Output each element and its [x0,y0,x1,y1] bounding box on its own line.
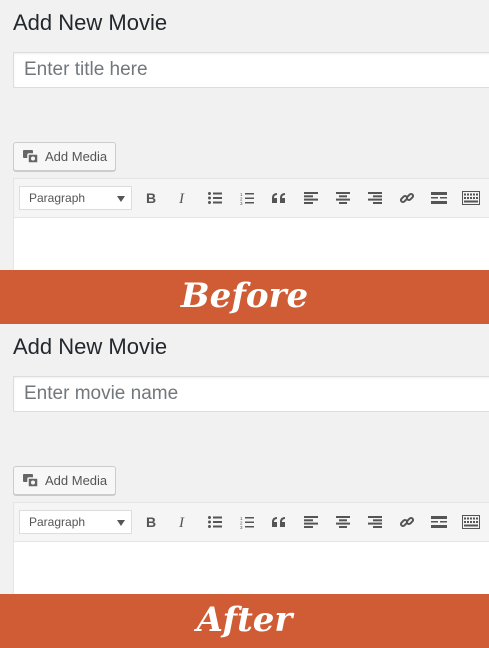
title-input[interactable] [13,52,489,88]
toolbar-toggle-icon[interactable] [460,511,482,533]
svg-text:B: B [146,515,156,529]
title-input[interactable] [13,376,489,412]
editor-toolbar: Paragraph B I 123 [14,503,489,542]
add-media-button[interactable]: Add Media [13,142,116,171]
page-title: Add New Movie [13,334,168,359]
align-left-icon[interactable] [300,187,322,209]
format-select[interactable]: Paragraph [19,510,132,534]
add-media-label: Add Media [45,473,108,488]
page-title: Add New Movie [13,10,168,35]
read-more-icon[interactable] [428,511,450,533]
numbered-list-icon[interactable]: 123 [236,511,258,533]
media-icon [22,149,40,165]
align-right-icon[interactable] [364,187,386,209]
link-icon[interactable] [396,187,418,209]
align-center-icon[interactable] [332,511,354,533]
before-banner: Before [0,270,489,324]
content-editor[interactable]: Paragraph B I 123 [13,502,489,602]
toolbar-toggle-icon[interactable] [460,187,482,209]
bulleted-list-icon[interactable] [204,187,226,209]
svg-text:3: 3 [240,525,243,529]
align-center-icon[interactable] [332,187,354,209]
after-panel: Add New Movie Add Media Paragraph B I 12… [0,324,489,602]
read-more-icon[interactable] [428,187,450,209]
blockquote-icon[interactable] [268,511,290,533]
link-icon[interactable] [396,511,418,533]
add-media-label: Add Media [45,149,108,164]
svg-text:I: I [178,191,185,205]
bold-icon[interactable]: B [140,187,162,209]
after-banner: After [0,594,489,648]
chevron-down-icon [117,520,125,526]
editor-toolbar: Paragraph B I 123 [14,179,489,218]
align-left-icon[interactable] [300,511,322,533]
svg-text:3: 3 [240,201,243,205]
svg-text:I: I [178,515,185,529]
bulleted-list-icon[interactable] [204,511,226,533]
before-panel: Add New Movie Add Media Paragraph B I 12… [0,0,489,278]
italic-icon[interactable]: I [172,187,194,209]
media-icon [22,473,40,489]
content-editor[interactable]: Paragraph B I 123 [13,178,489,278]
format-select-value: Paragraph [29,191,86,205]
numbered-list-icon[interactable]: 123 [236,187,258,209]
chevron-down-icon [117,196,125,202]
italic-icon[interactable]: I [172,511,194,533]
svg-text:B: B [146,191,156,205]
format-select[interactable]: Paragraph [19,186,132,210]
add-media-button[interactable]: Add Media [13,466,116,495]
format-select-value: Paragraph [29,515,86,529]
blockquote-icon[interactable] [268,187,290,209]
align-right-icon[interactable] [364,511,386,533]
bold-icon[interactable]: B [140,511,162,533]
